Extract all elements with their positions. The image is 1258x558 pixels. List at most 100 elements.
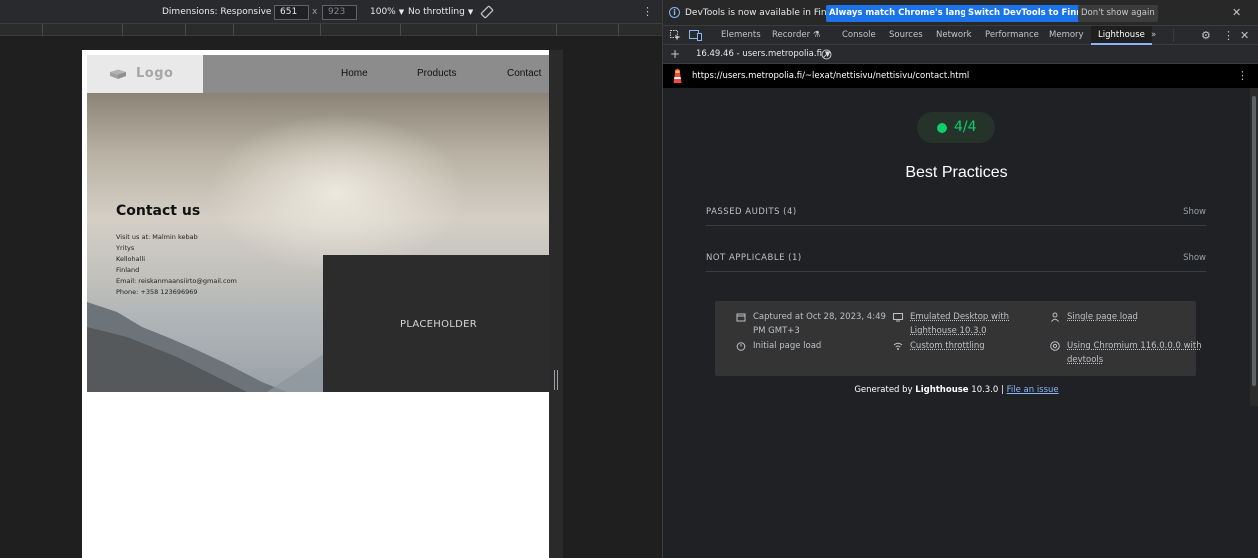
tab-sources[interactable]: Sources xyxy=(889,26,923,45)
nav-home[interactable]: Home xyxy=(341,68,368,79)
generated-version: 10.3.0 | xyxy=(971,385,1004,395)
contact-title: Contact us xyxy=(116,203,201,219)
report-menu-icon[interactable]: ⋮ xyxy=(1237,69,1248,82)
customize-menu-icon[interactable]: ⋮ xyxy=(1223,26,1234,45)
device-toolbar-icon[interactable] xyxy=(689,30,702,41)
contact-building-line: Kellohalli xyxy=(116,255,146,263)
calendar-icon xyxy=(736,313,746,322)
placeholder-box: PLACEHOLDER xyxy=(323,255,549,392)
lighthouse-report: 4/4 Best Practices PASSED AUDITS (4) Sho… xyxy=(663,88,1250,558)
wifi-icon xyxy=(893,342,903,350)
logo-icon xyxy=(110,69,126,79)
device-emulation-pane: Dimensions: Responsive▼ 651 x 923 100%▼ … xyxy=(0,0,662,558)
zoom-label: 100% xyxy=(370,7,396,17)
report-scrollbar[interactable] xyxy=(1250,88,1258,406)
chromium-line-2: devtools xyxy=(1067,355,1104,365)
captured-at-text: Captured at Oct 28, 2023, 4:49 PM GMT+3 xyxy=(753,310,886,338)
gear-icon[interactable]: ⚙ xyxy=(1201,26,1211,45)
zoom-dropdown[interactable]: 100% ▼ xyxy=(370,0,404,24)
timer-icon xyxy=(736,342,746,351)
emulated-line-1: Emulated Desktop with xyxy=(910,312,1010,322)
score-value: 4/4 xyxy=(954,119,977,135)
throttling-dropdown[interactable]: No throttling ▼ xyxy=(408,0,473,24)
initial-load-text: Initial page load xyxy=(753,341,822,351)
contact-company-line: Yritys xyxy=(116,244,135,252)
new-report-icon[interactable]: + xyxy=(670,45,680,64)
more-options-icon[interactable]: ⋮ xyxy=(642,0,653,24)
lighthouse-logo-icon xyxy=(673,68,682,83)
width-input[interactable]: 651 xyxy=(274,5,309,20)
caret-down-icon: ▼ xyxy=(398,8,405,16)
clear-reports-icon[interactable] xyxy=(821,49,832,60)
report-url[interactable]: https://users.metropolia.fi/~lexat/netti… xyxy=(692,71,969,81)
lighthouse-toolbar: + 16.49.46 - users.metropolia.fi▼ xyxy=(663,45,1258,64)
hero-section: Contact us Visit us at: Malmin kebab Yri… xyxy=(87,93,549,392)
times-label: x xyxy=(312,7,318,17)
inspect-element-icon[interactable] xyxy=(670,30,681,41)
report-footer: Generated by Lighthouse 10.3.0 | File an… xyxy=(663,385,1250,395)
language-infobar: i DevTools is now available in Finnish! … xyxy=(663,0,1258,26)
tab-performance[interactable]: Performance xyxy=(985,26,1039,45)
audit-group-label: PASSED AUDITS (4) xyxy=(706,207,797,217)
scrollbar-thumb[interactable] xyxy=(1252,96,1256,386)
tab-memory[interactable]: Memory xyxy=(1049,26,1084,45)
chromium-line-1: Using Chromium 116.0.0.0 with xyxy=(1067,341,1202,351)
contact-email-line: Email: reiskanmaansiirto@gmail.com xyxy=(116,277,237,285)
audit-group-not-applicable[interactable]: NOT APPLICABLE (1) Show xyxy=(706,244,1206,272)
nav-contact[interactable]: Contact xyxy=(507,68,541,79)
report-selector[interactable]: 16.49.46 - users.metropolia.fi▼ xyxy=(696,45,830,64)
nav-products[interactable]: Products xyxy=(417,68,456,79)
chrome-icon xyxy=(1050,341,1060,351)
report-selector-label: 16.49.46 - users.metropolia.fi xyxy=(696,49,822,59)
pass-indicator-icon xyxy=(937,123,947,133)
contact-phone-line: Phone: +358 123696969 xyxy=(116,288,198,296)
dont-show-again-button[interactable]: Don't show again xyxy=(1078,5,1158,22)
tab-recorder-label: Recorder xyxy=(772,30,811,40)
resize-gutter xyxy=(549,50,563,558)
throttling-text[interactable]: Custom throttling xyxy=(910,339,985,353)
show-toggle[interactable]: Show xyxy=(1183,253,1206,263)
tab-console[interactable]: Console xyxy=(842,26,876,45)
rotate-icon[interactable] xyxy=(480,5,494,19)
report-url-bar: https://users.metropolia.fi/~lexat/netti… xyxy=(663,64,1258,88)
height-input[interactable]: 923 xyxy=(322,5,357,20)
single-load-text[interactable]: Single page load xyxy=(1067,310,1138,324)
person-icon xyxy=(1051,312,1059,322)
captured-line-1: Captured at Oct 28, 2023, 4:49 xyxy=(753,312,886,322)
media-query-ruler xyxy=(0,24,662,36)
category-title: Best Practices xyxy=(905,164,1008,181)
throttling-label: No throttling xyxy=(408,7,465,17)
tab-lighthouse[interactable]: Lighthouse xyxy=(1091,26,1152,45)
placeholder-text: PLACEHOLDER xyxy=(400,319,478,330)
resize-handle[interactable] xyxy=(554,370,558,390)
close-icon[interactable]: ✕ xyxy=(1232,6,1241,19)
close-devtools-icon[interactable]: ✕ xyxy=(1240,26,1249,45)
show-toggle[interactable]: Show xyxy=(1183,207,1206,217)
infobar-message: DevTools is now available in Finnish! xyxy=(685,8,849,18)
score-badge[interactable]: 4/4 xyxy=(917,112,995,143)
audit-group-passed[interactable]: PASSED AUDITS (4) Show xyxy=(706,198,1206,226)
desktop-icon xyxy=(893,313,903,322)
caret-down-icon: ▼ xyxy=(467,8,474,16)
logo-box[interactable]: Logo xyxy=(87,55,203,93)
screen: Dimensions: Responsive▼ 651 x 923 100%▼ … xyxy=(0,0,1258,558)
emulated-desktop-text[interactable]: Emulated Desktop with Lighthouse 10.3.0 xyxy=(910,310,1009,338)
tab-elements[interactable]: Elements xyxy=(721,26,761,45)
dimensions-dropdown[interactable]: Dimensions: Responsive▼ xyxy=(162,0,280,24)
devtools-panel: i DevTools is now available in Finnish! … xyxy=(663,0,1258,558)
contact-address-line: Visit us at: Malmin kebab xyxy=(116,233,198,241)
more-tabs-icon[interactable]: » xyxy=(1151,26,1156,45)
toolbar-separator xyxy=(1173,29,1174,42)
emulated-page: Logo Home Products Contact Contact us Vi… xyxy=(82,50,549,558)
contact-country-line: Finland xyxy=(116,266,140,274)
tab-network[interactable]: Network xyxy=(936,26,972,45)
generated-prefix: Generated by xyxy=(854,385,913,395)
runtime-settings-box: Captured at Oct 28, 2023, 4:49 PM GMT+3 I… xyxy=(715,301,1202,376)
chromium-version-text[interactable]: Using Chromium 116.0.0.0 with devtools xyxy=(1067,339,1202,367)
file-issue-link[interactable]: File an issue xyxy=(1007,385,1059,395)
tab-recorder[interactable]: Recorder ⚗ xyxy=(772,26,820,45)
generated-brand: Lighthouse xyxy=(915,385,969,395)
device-toolbar: Dimensions: Responsive▼ 651 x 923 100%▼ … xyxy=(0,0,662,24)
dimensions-label: Dimensions: Responsive xyxy=(162,7,272,17)
site-header: Logo Home Products Contact xyxy=(87,55,549,93)
